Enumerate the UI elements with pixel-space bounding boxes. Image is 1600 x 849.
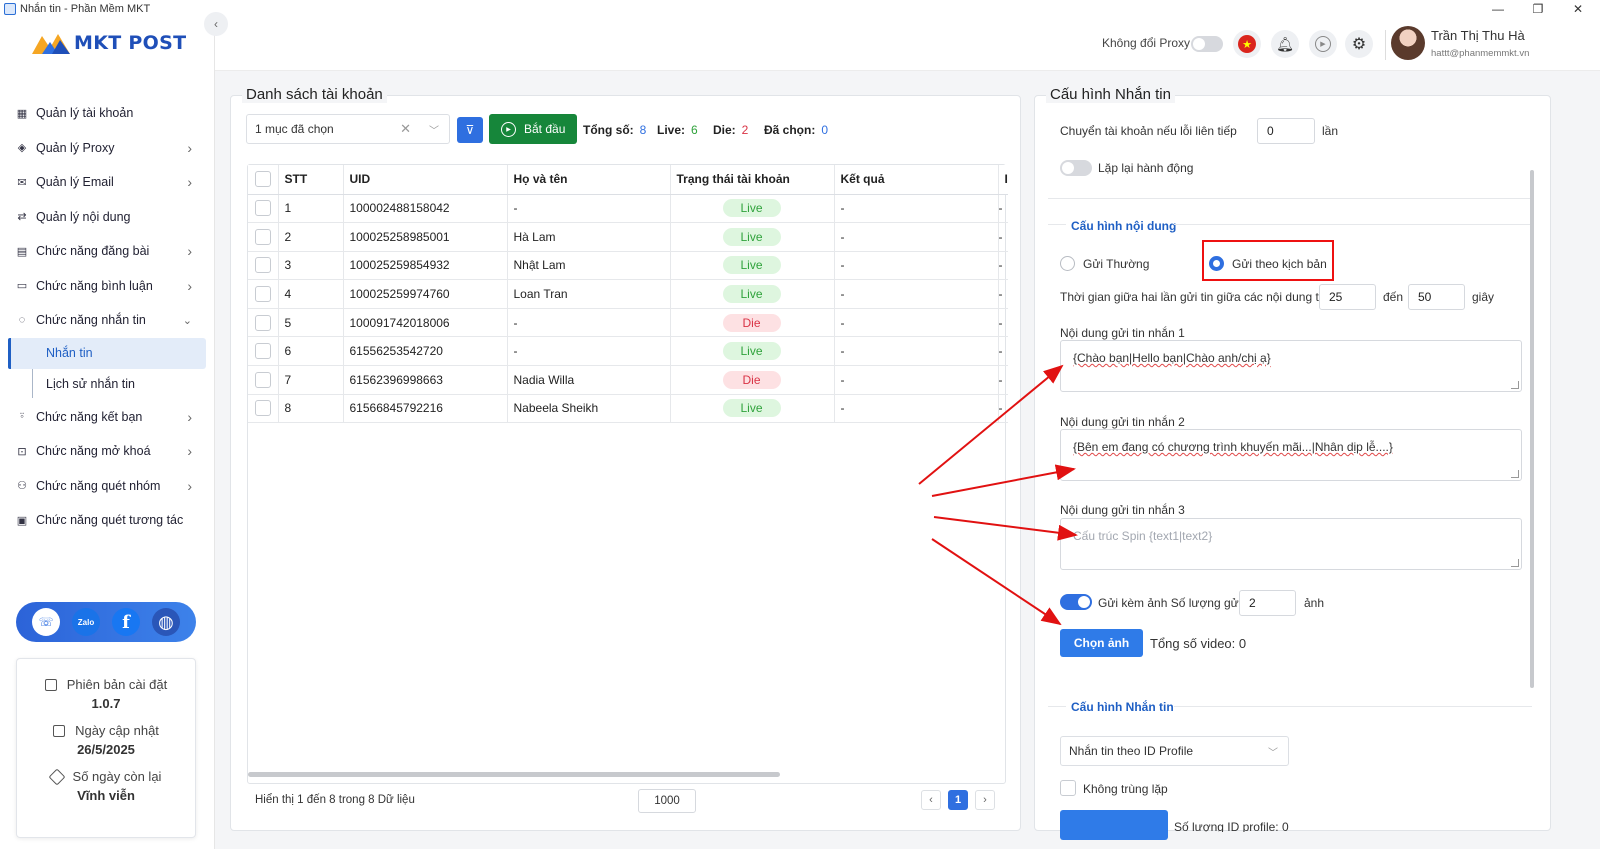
arrow-to-message-2 [931, 464, 1076, 497]
annotation-arrows [918, 364, 1078, 626]
collapse-sidebar-button[interactable]: ‹ [204, 12, 228, 36]
arrow-to-message-3 [933, 516, 1078, 541]
arrow-to-message-1 [918, 364, 1064, 485]
arrow-to-image-toggle [931, 538, 1062, 626]
